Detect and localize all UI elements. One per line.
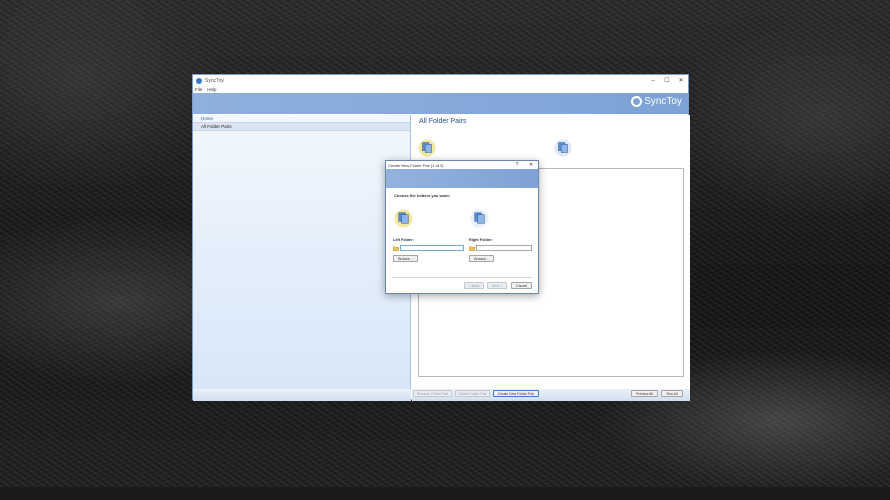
synctoy-app-icon bbox=[196, 77, 202, 84]
delete-folder-pair-button[interactable]: Delete Folder Pair bbox=[455, 390, 490, 397]
create-new-folder-pair-button[interactable]: Create New Folder Pair bbox=[493, 390, 539, 397]
preview-all-button[interactable]: Preview All bbox=[631, 390, 658, 397]
next-button[interactable]: Next > bbox=[487, 282, 507, 289]
menu-file[interactable]: File bbox=[195, 87, 202, 92]
rename-folder-pair-button[interactable]: Rename Folder Pair bbox=[413, 390, 452, 397]
header-banner: SyncToy bbox=[193, 93, 688, 114]
sidebar-home-link[interactable]: Home bbox=[193, 115, 410, 122]
left-folder-pair-icon bbox=[418, 139, 436, 157]
cancel-button[interactable]: Cancel bbox=[511, 282, 532, 289]
left-folder-label: Left Folder: bbox=[393, 238, 414, 242]
synctoy-logo-icon bbox=[631, 96, 643, 107]
page-title: All Folder Pairs bbox=[419, 118, 467, 125]
right-folder-input[interactable] bbox=[476, 245, 532, 251]
right-folder-small-icon bbox=[469, 246, 475, 251]
left-folder-small-icon bbox=[393, 246, 399, 251]
menu-bar: File Help bbox=[193, 86, 688, 93]
sidebar-item-all-folder-pairs[interactable]: All Folder Pairs bbox=[193, 122, 410, 131]
menu-help[interactable]: Help bbox=[207, 87, 216, 92]
dialog-separator bbox=[392, 277, 532, 278]
maximize-button[interactable]: ☐ bbox=[660, 77, 674, 84]
close-button[interactable]: ✕ bbox=[674, 77, 688, 84]
dialog-title: Create New Folder Pair (1 of 3) bbox=[388, 162, 444, 168]
browse-right-button[interactable]: Browse... bbox=[469, 255, 494, 262]
dialog-titlebar[interactable]: Create New Folder Pair (1 of 3) ? ✕ bbox=[386, 161, 538, 169]
dialog-prompt: Choose the folders you want: bbox=[394, 193, 451, 198]
right-folder-pair-icon bbox=[554, 139, 572, 157]
left-folder-icon bbox=[394, 209, 413, 228]
run-all-button[interactable]: Run All bbox=[661, 390, 683, 397]
sidebar: Home All Folder Pairs bbox=[193, 115, 411, 401]
dialog-close-button[interactable]: ✕ bbox=[524, 162, 538, 168]
sidebar-footer bbox=[193, 389, 411, 401]
dialog-body: Choose the folders you want: Left Folder… bbox=[386, 188, 538, 293]
create-folder-pair-dialog: Create New Folder Pair (1 of 3) ? ✕ Choo… bbox=[385, 160, 539, 294]
left-folder-input[interactable] bbox=[400, 245, 464, 251]
logo-text: SyncToy bbox=[644, 96, 682, 107]
right-folder-icon bbox=[470, 209, 489, 228]
window-titlebar[interactable]: SyncToy – ☐ ✕ bbox=[193, 75, 688, 86]
back-button[interactable]: < Back bbox=[464, 282, 484, 289]
browse-left-button[interactable]: Browse... bbox=[393, 255, 418, 262]
synctoy-logo: SyncToy bbox=[631, 96, 682, 107]
dialog-banner bbox=[386, 169, 538, 188]
minimize-button[interactable]: – bbox=[646, 78, 660, 84]
right-folder-label: Right Folder: bbox=[469, 238, 493, 242]
dialog-help-button[interactable]: ? bbox=[510, 162, 524, 168]
window-title: SyncToy bbox=[205, 77, 224, 84]
